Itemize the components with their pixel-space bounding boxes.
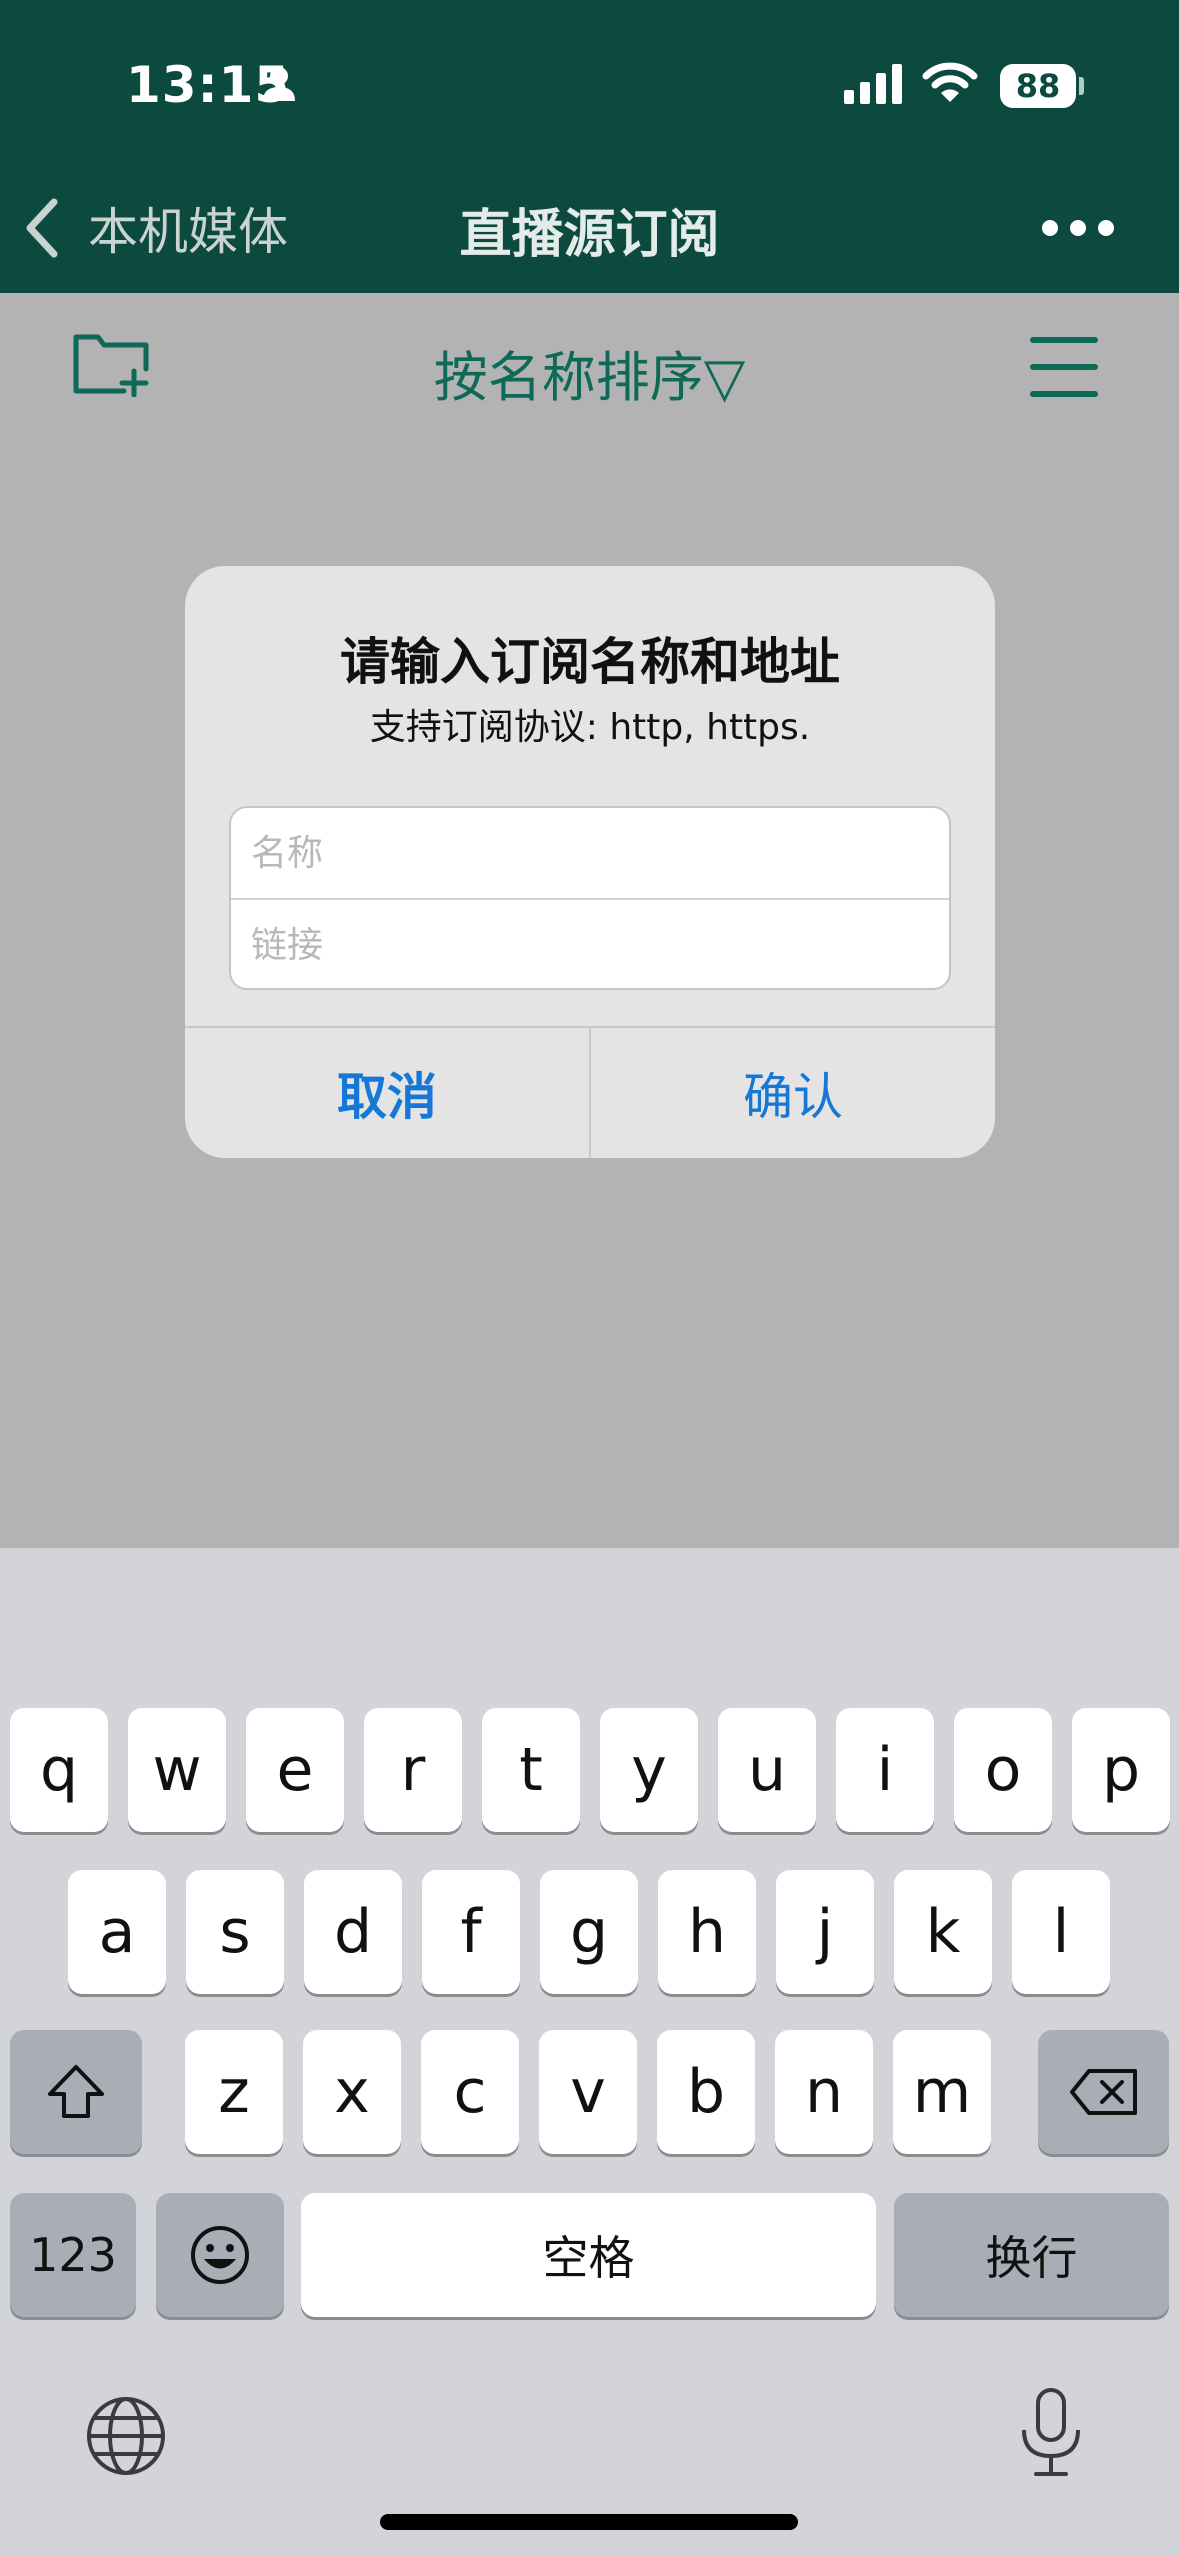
list-menu-button[interactable] (1030, 335, 1098, 403)
backspace-icon (1069, 2069, 1137, 2115)
folder-plus-icon (73, 334, 149, 398)
key-a[interactable]: a (68, 1870, 166, 1994)
confirm-button[interactable]: 确认 (591, 1028, 995, 1158)
dialog-message: 支持订阅协议: http, https. (369, 707, 811, 748)
key-q[interactable]: q (10, 1708, 108, 1832)
key-b[interactable]: b (657, 2030, 755, 2154)
dialog-title: 请输入订阅名称和地址 (340, 633, 840, 691)
shift-icon (48, 2065, 104, 2118)
key-d[interactable]: d (304, 1870, 402, 1994)
ellipsis-icon (1042, 220, 1114, 236)
person-icon (263, 67, 295, 101)
dictation-button[interactable] (1016, 2386, 1086, 2486)
key-i[interactable]: i (836, 1708, 934, 1832)
toolbar: 按名称排序▽ (0, 293, 1179, 443)
key-x[interactable]: x (303, 2030, 401, 2154)
key-g[interactable]: g (540, 1870, 638, 1994)
name-input[interactable] (231, 808, 949, 898)
key-l[interactable]: l (1012, 1870, 1110, 1994)
key-e[interactable]: e (246, 1708, 344, 1832)
page-title: 直播源订阅 (459, 205, 720, 265)
hamburger-menu-icon (1030, 337, 1098, 397)
globe-button[interactable] (84, 2394, 168, 2482)
home-indicator (380, 2514, 798, 2530)
cancel-button[interactable]: 取消 (185, 1028, 589, 1158)
cellular-signal-icon (844, 64, 902, 104)
dialog-fields (229, 806, 951, 990)
return-key[interactable]: 换行 (894, 2193, 1169, 2317)
key-u[interactable]: u (718, 1708, 816, 1832)
key-m[interactable]: m (893, 2030, 991, 2154)
battery-tip (1079, 77, 1084, 95)
key-z[interactable]: z (185, 2030, 283, 2154)
dialog-actions: 取消 确认 (185, 1026, 995, 1158)
key-j[interactable]: j (776, 1870, 874, 1994)
sort-by-name-dropdown: 按名称排序▽ (0, 333, 1179, 412)
sort-label[interactable]: 按名称排序▽ (434, 346, 746, 409)
delete-key[interactable] (1038, 2030, 1169, 2154)
more-options-button[interactable] (1038, 196, 1118, 256)
microphone-icon (1022, 2388, 1080, 2476)
shift-key[interactable] (10, 2030, 142, 2154)
key-n[interactable]: n (775, 2030, 873, 2154)
key-h[interactable]: h (658, 1870, 756, 1994)
emoji-icon (191, 2226, 249, 2284)
numbers-key[interactable]: 123 (10, 2193, 136, 2317)
space-key[interactable]: 空格 (301, 2193, 876, 2317)
key-k[interactable]: k (894, 1870, 992, 1994)
subscription-dialog: 请输入订阅名称和地址 支持订阅协议: http, https. 取消 确认 (185, 566, 995, 1158)
key-w[interactable]: w (128, 1708, 226, 1832)
key-f[interactable]: f (422, 1870, 520, 1994)
link-input[interactable] (231, 900, 949, 988)
key-p[interactable]: p (1072, 1708, 1170, 1832)
key-y[interactable]: y (600, 1708, 698, 1832)
key-s[interactable]: s (186, 1870, 284, 1994)
keyboard: qwertyuiop asdfghjkl zxcvbnm 123 空格 换行 (0, 1548, 1179, 2556)
key-r[interactable]: r (364, 1708, 462, 1832)
key-v[interactable]: v (539, 2030, 637, 2154)
globe-icon (87, 2397, 165, 2475)
new-folder-button[interactable] (72, 329, 152, 401)
emoji-key[interactable] (156, 2193, 284, 2317)
screen: 13:15 88 本机媒体 直播源订阅 按名称排序▽ 请输入订阅名称和地址 支持… (0, 0, 1179, 2556)
key-o[interactable]: o (954, 1708, 1052, 1832)
battery-indicator: 88 (1000, 64, 1076, 108)
key-t[interactable]: t (482, 1708, 580, 1832)
key-c[interactable]: c (421, 2030, 519, 2154)
top-bar: 13:15 88 本机媒体 直播源订阅 (0, 0, 1179, 293)
wifi-icon (922, 62, 978, 102)
